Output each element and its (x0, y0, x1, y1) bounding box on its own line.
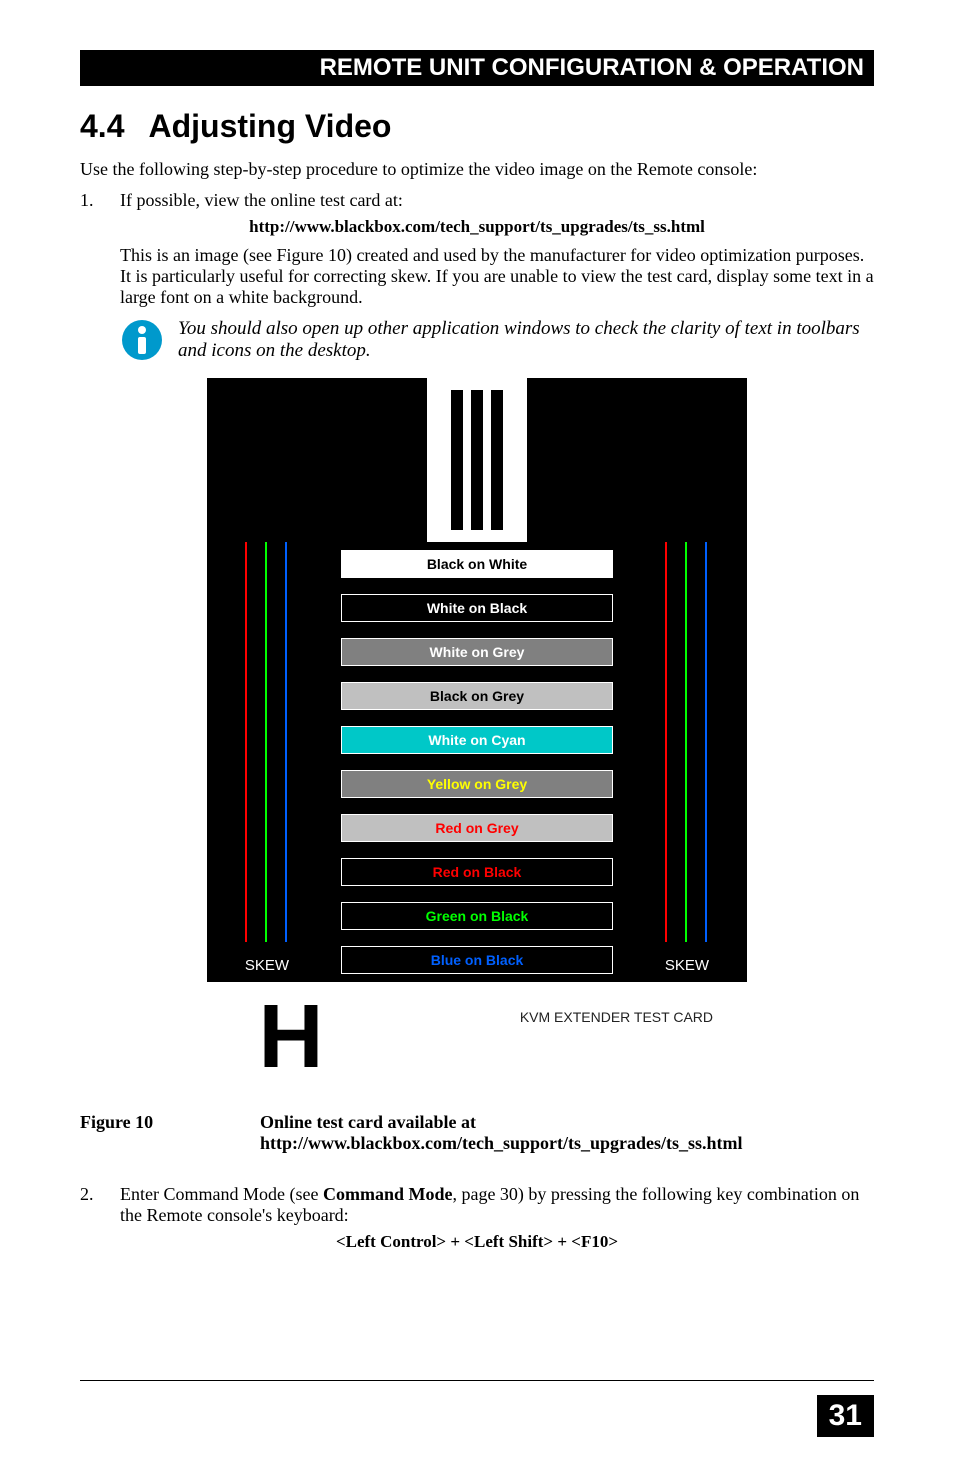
skew-line-red (665, 542, 667, 942)
skew-column-left: SKEW (207, 542, 327, 982)
intro-text: Use the following step-by-step procedure… (80, 159, 874, 180)
info-text: You should also open up other applicatio… (178, 318, 874, 362)
step-2-number: 2. (80, 1184, 120, 1226)
step-2-text-a: Enter Command Mode (see (120, 1184, 323, 1204)
extender-label: KVM EXTENDER TEST CARD (351, 1009, 723, 1025)
step-1-text: If possible, view the online test card a… (120, 190, 874, 211)
color-bar: Green on Black (341, 902, 613, 930)
test-card-mid: SKEW Black on White White on Black White o… (207, 542, 747, 982)
figure-title: Online test card available at (260, 1112, 476, 1132)
color-bar: Black on Grey (341, 682, 613, 710)
footer-rule (80, 1380, 874, 1381)
page-header-bar: REMOTE UNIT CONFIGURATION & OPERATION (80, 50, 874, 86)
color-bar: Red on Black (341, 858, 613, 886)
step-2-bold: Command Mode (323, 1184, 453, 1204)
stripe (451, 390, 463, 530)
skew-line-red (245, 542, 247, 942)
skew-lines-right (627, 542, 747, 942)
test-card-figure: SKEW Black on White White on Black White o… (80, 378, 874, 1092)
skew-line-blue (285, 542, 287, 942)
skew-lines-left (207, 542, 327, 942)
key-combination: <Left Control> + <Left Shift> + <F10> (80, 1232, 874, 1252)
step-1: 1. If possible, view the online test car… (80, 190, 874, 211)
h-letter: H (231, 986, 351, 1089)
skew-label-right: SKEW (627, 957, 747, 974)
step-2-text: Enter Command Mode (see Command Mode, pa… (120, 1184, 874, 1226)
figure-url: http://www.blackbox.com/tech_support/ts_… (260, 1133, 874, 1154)
figure-label: Figure 10 (80, 1112, 260, 1154)
stripe (491, 390, 503, 530)
step-1-number: 1. (80, 190, 120, 211)
test-card-stripes (427, 378, 527, 542)
color-bar: Black on White (341, 550, 613, 578)
section-title: 4.4 Adjusting Video (80, 108, 874, 145)
color-bars-column: Black on White White on Black White on Gre… (327, 542, 627, 982)
color-bar: White on Cyan (341, 726, 613, 754)
skew-label-left: SKEW (207, 957, 327, 974)
step-2: 2. Enter Command Mode (see Command Mode,… (80, 1184, 874, 1226)
info-icon (120, 318, 164, 362)
step-1-description: This is an image (see Figure 10) created… (120, 245, 874, 308)
page-number: 31 (817, 1395, 874, 1437)
skew-column-right: SKEW (627, 542, 747, 982)
test-card-url: http://www.blackbox.com/tech_support/ts_… (80, 217, 874, 237)
skew-line-green (685, 542, 687, 942)
color-bar: Blue on Black (341, 946, 613, 974)
color-bar: White on Grey (341, 638, 613, 666)
color-bar: Yellow on Grey (341, 770, 613, 798)
figure-caption: Figure 10 Online test card available at … (80, 1112, 874, 1154)
skew-line-blue (705, 542, 707, 942)
color-bar: White on Black (341, 594, 613, 622)
figure-text: Online test card available at http://www… (260, 1112, 874, 1154)
section-number: 4.4 (80, 108, 124, 144)
test-card-bottom: H KVM EXTENDER TEST CARD (207, 982, 747, 1092)
test-card-top (207, 378, 747, 542)
skew-line-green (265, 542, 267, 942)
test-card-frame: SKEW Black on White White on Black White o… (207, 378, 747, 1092)
stripe (471, 390, 483, 530)
color-bar: Red on Grey (341, 814, 613, 842)
info-callout: You should also open up other applicatio… (120, 318, 874, 362)
section-heading: Adjusting Video (148, 108, 391, 144)
